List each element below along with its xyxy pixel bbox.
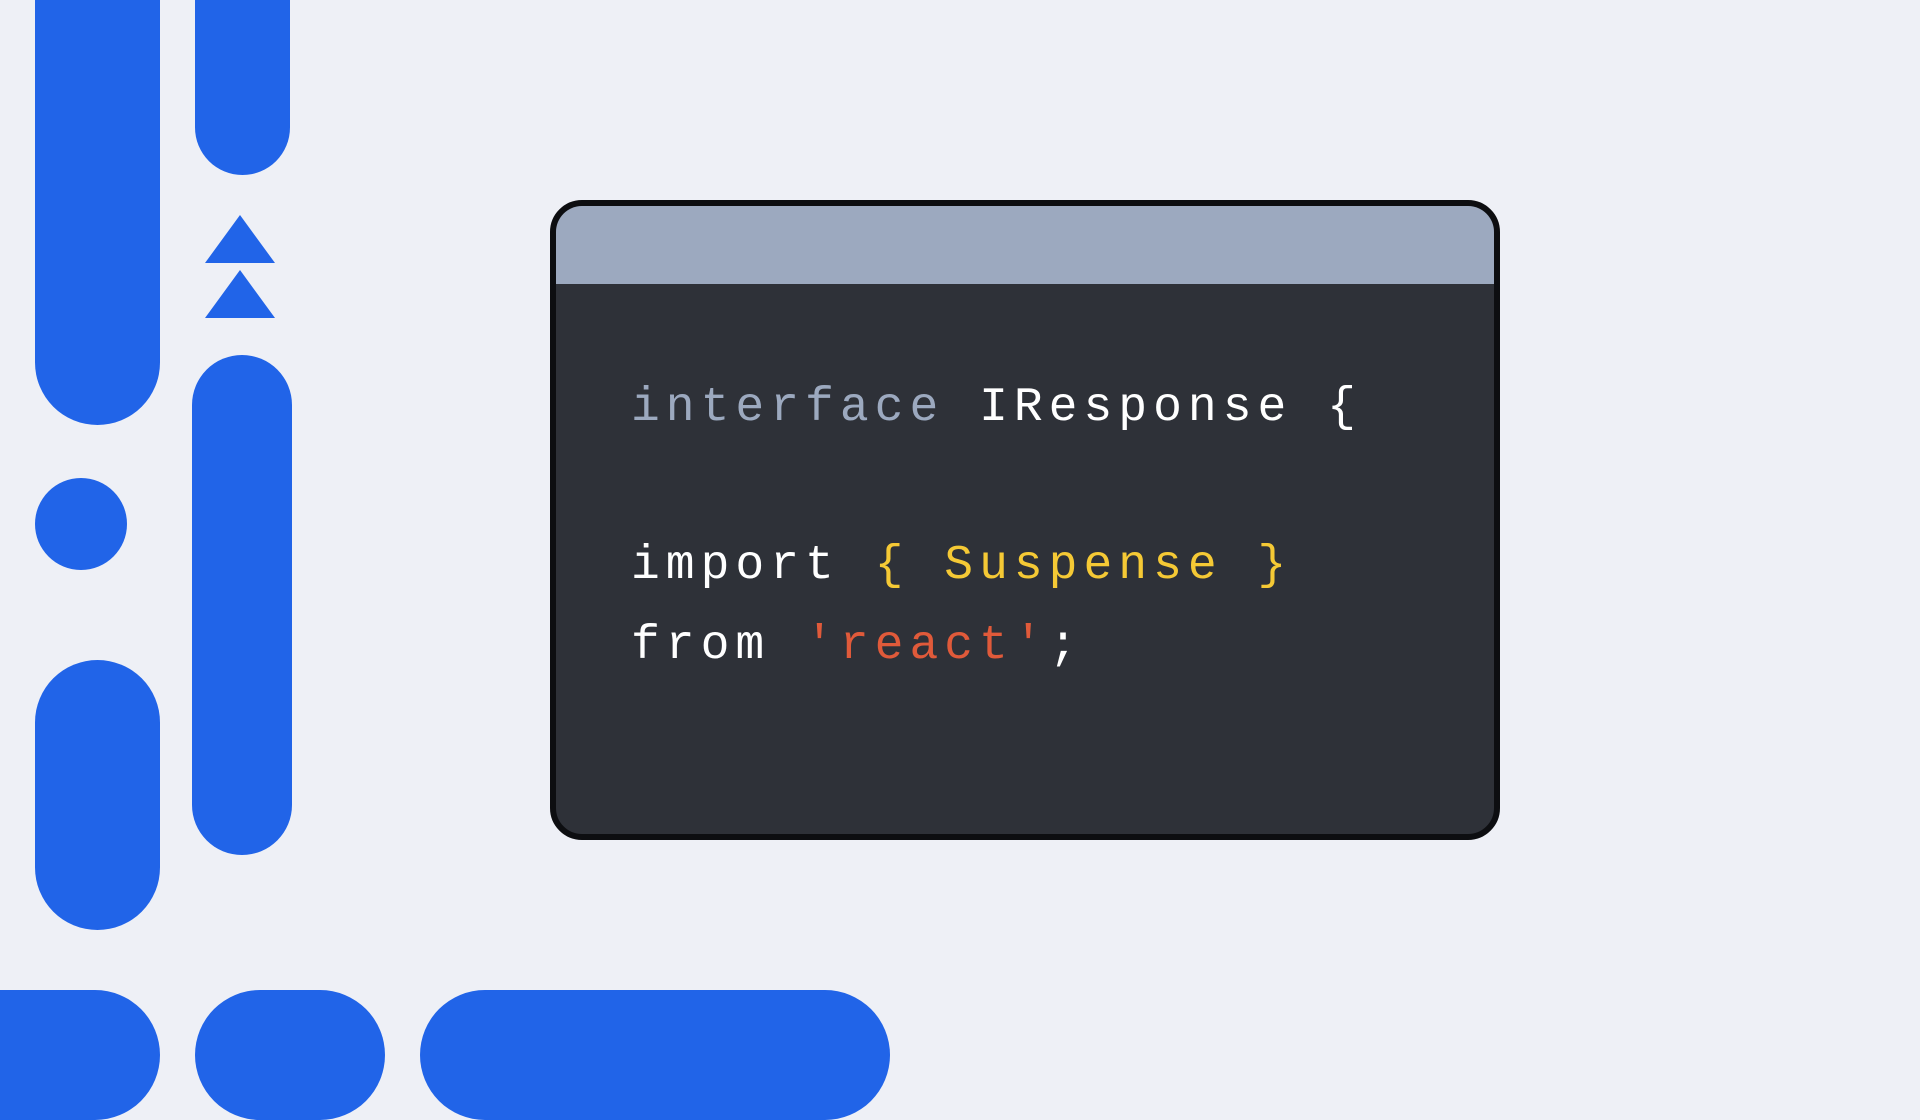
keyword-interface: interface [631, 381, 944, 435]
type-name: IResponse [979, 381, 1292, 435]
decoration-pill-1 [35, 0, 160, 425]
code-content: interface IResponse { import { Suspense … [556, 284, 1494, 771]
decoration-pill-7 [420, 990, 890, 1120]
code-line-2: import { Suspense } [631, 527, 1419, 606]
window-titlebar [556, 206, 1494, 284]
semicolon: ; [1049, 619, 1084, 673]
decoration-triangle-top [205, 215, 275, 263]
brace-open: { [1327, 381, 1362, 435]
code-line-blank [631, 448, 1419, 527]
brace-close-yellow: } [1258, 539, 1293, 593]
decoration-pill-6 [195, 990, 385, 1120]
decoration-pill-5 [0, 990, 160, 1120]
string-react: 'react' [805, 619, 1049, 673]
keyword-import: import [631, 539, 840, 593]
import-name: Suspense [944, 539, 1222, 593]
decoration-pill-4 [35, 660, 160, 930]
keyword-from: from [631, 619, 770, 673]
code-line-3: from 'react'; [631, 607, 1419, 686]
code-editor-window: interface IResponse { import { Suspense … [550, 200, 1500, 840]
decoration-pill-2 [195, 0, 290, 175]
decoration-triangle-bottom [205, 270, 275, 318]
decoration-circle [35, 478, 127, 570]
decoration-pill-3 [192, 355, 292, 855]
code-line-1: interface IResponse { [631, 369, 1419, 448]
brace-open-yellow: { [875, 539, 910, 593]
